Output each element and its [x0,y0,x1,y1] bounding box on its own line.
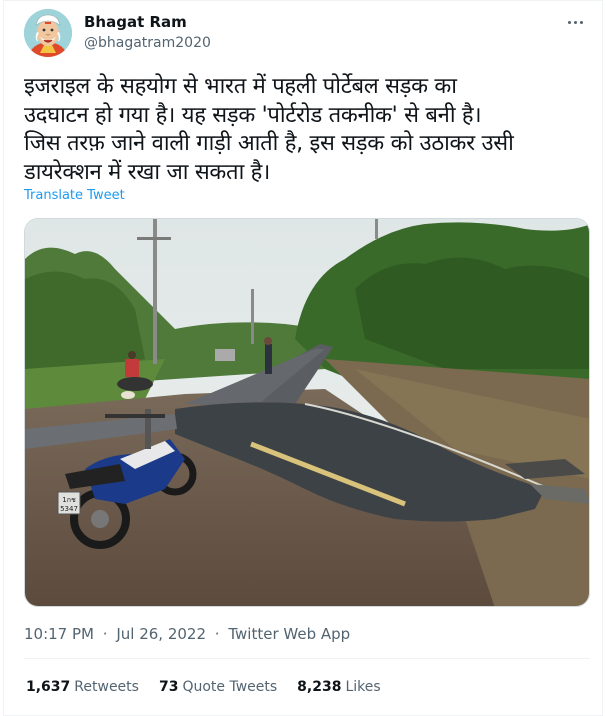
retweets-stat[interactable]: 1,637 Retweets [26,679,139,695]
engagement-stats: 1,637 Retweets 73 Quote Tweets 8,238 Likes [26,679,401,695]
plate-text-line2: 5347 [60,505,78,513]
user-handle[interactable]: @bhagatram2020 [84,35,211,51]
tweet-card: Bhagat Ram @bhagatram2020 इजराइल के सहयो… [3,0,603,716]
road-photo-image: 1กช 5347 [25,219,589,606]
tweet-meta: 10:17 PM · Jul 26, 2022 · Twitter Web Ap… [24,625,350,643]
tweet-date[interactable]: Jul 26, 2022 [116,625,206,643]
quote-tweets-count: 73 [158,679,179,695]
retweets-count: 1,637 [26,679,71,695]
likes-label: Likes [345,679,381,695]
quote-tweets-label: Quote Tweets [182,679,278,695]
likes-stat[interactable]: 8,238 Likes [297,679,381,695]
tweet-source[interactable]: Twitter Web App [228,625,350,643]
retweets-label: Retweets [74,679,139,695]
avatar[interactable] [24,9,72,57]
user-display-name[interactable]: Bhagat Ram [84,13,187,31]
avatar-cartoon-icon [24,9,72,57]
tweet-photo[interactable]: 1กช 5347 [24,218,590,607]
tweet-text: इजराइल के सहयोग से भारत में पहली पोर्टेब… [24,74,514,185]
likes-count: 8,238 [297,679,342,695]
translate-tweet-link[interactable]: Translate Tweet [24,188,125,203]
meta-separator: · [214,625,220,643]
tweet-time[interactable]: 10:17 PM [24,625,94,643]
quote-tweets-stat[interactable]: 73 Quote Tweets [159,679,277,695]
plate-text-line1: 1กช [62,496,76,504]
divider [24,658,590,659]
more-options-icon[interactable] [562,13,588,31]
meta-separator: · [102,625,108,643]
